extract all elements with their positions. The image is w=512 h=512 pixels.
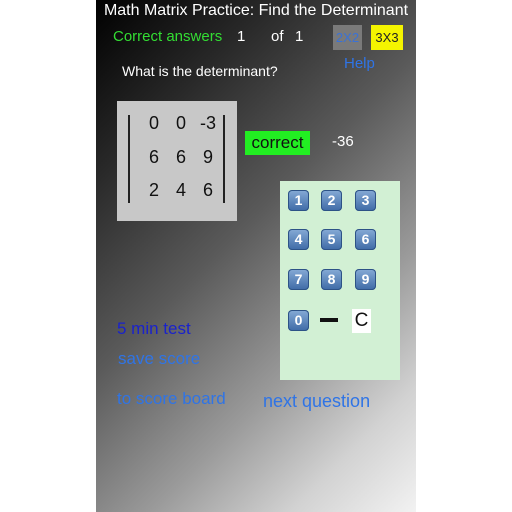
key-2-button[interactable]: 2 bbox=[321, 190, 342, 211]
save-score-link[interactable]: save score bbox=[118, 349, 200, 369]
correct-answers-label: Correct answers bbox=[113, 28, 223, 45]
matrix-cell: 0 bbox=[175, 113, 186, 133]
next-question-link[interactable]: next question bbox=[263, 391, 370, 412]
clear-key-button[interactable]: C bbox=[352, 309, 371, 333]
determinant-bar-right bbox=[223, 115, 225, 203]
total-questions-count: 1 bbox=[295, 28, 304, 45]
key-7-button[interactable]: 7 bbox=[288, 269, 309, 290]
key-3-button[interactable]: 3 bbox=[355, 190, 376, 211]
key-0-button[interactable]: 0 bbox=[288, 310, 309, 331]
size-3x3-button[interactable]: 3X3 bbox=[371, 25, 403, 50]
matrix-cell: 6 bbox=[148, 147, 159, 167]
key-9-button[interactable]: 9 bbox=[355, 269, 376, 290]
help-link[interactable]: Help bbox=[344, 55, 375, 72]
matrix-cell: 4 bbox=[175, 180, 186, 200]
matrix-cell: 9 bbox=[202, 147, 213, 167]
app-title: Math Matrix Practice: Find the Determina… bbox=[103, 2, 409, 19]
matrix-cell: 6 bbox=[175, 147, 186, 167]
five-min-test-link[interactable]: 5 min test bbox=[117, 319, 191, 339]
number-keypad: 1 2 3 4 5 6 7 8 9 0 C bbox=[280, 181, 400, 380]
key-6-button[interactable]: 6 bbox=[355, 229, 376, 250]
key-4-button[interactable]: 4 bbox=[288, 229, 309, 250]
matrix-cell: 2 bbox=[148, 180, 159, 200]
key-5-button[interactable]: 5 bbox=[321, 229, 342, 250]
size-2x2-button[interactable]: 2X2 bbox=[333, 25, 362, 50]
key-8-button[interactable]: 8 bbox=[321, 269, 342, 290]
correct-answers-count: 1 bbox=[237, 28, 246, 45]
determinant-bar-left bbox=[128, 115, 130, 203]
matrix-display: 0 0 -3 6 6 9 2 4 6 bbox=[117, 101, 237, 221]
answer-value: -36 bbox=[332, 133, 354, 150]
matrix-cell: 0 bbox=[148, 113, 159, 133]
key-1-button[interactable]: 1 bbox=[288, 190, 309, 211]
score-board-link[interactable]: to score board bbox=[117, 389, 226, 409]
app-screen: Math Matrix Practice: Find the Determina… bbox=[96, 0, 416, 512]
minus-key-button[interactable] bbox=[320, 318, 338, 322]
matrix-cell: 6 bbox=[202, 180, 213, 200]
of-label: of bbox=[271, 28, 284, 45]
question-prompt: What is the determinant? bbox=[122, 63, 278, 79]
result-badge: correct bbox=[245, 131, 310, 155]
matrix-cell: -3 bbox=[199, 113, 216, 133]
